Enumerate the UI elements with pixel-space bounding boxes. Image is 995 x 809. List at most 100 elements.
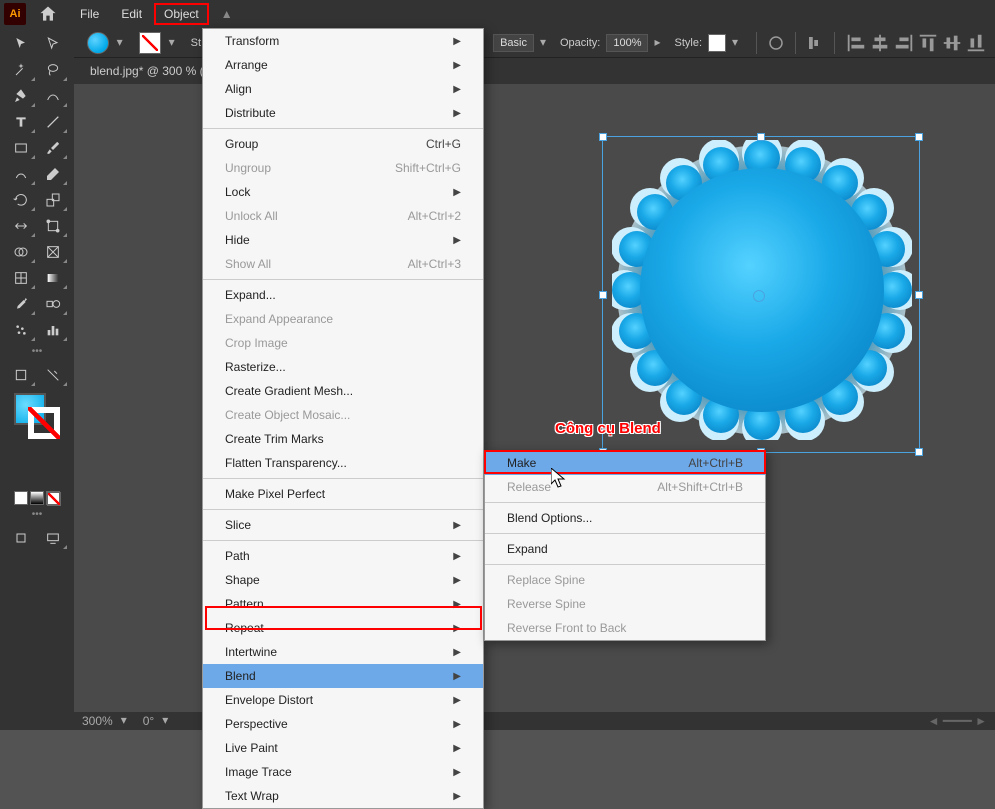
opacity-label: Opacity: [560, 37, 600, 49]
toolbar-more-icon[interactable]: ••• [2, 509, 72, 520]
menu-item-create-object-mosaic-: Create Object Mosaic... [203, 403, 483, 427]
menu-item-path[interactable]: Path▶ [203, 544, 483, 568]
type-tool[interactable] [6, 110, 36, 134]
menu-item-lock[interactable]: Lock▶ [203, 180, 483, 204]
menu-item-create-gradient-mesh-[interactable]: Create Gradient Mesh... [203, 379, 483, 403]
symbol-sprayer-tool[interactable] [6, 318, 36, 342]
submenu-item-release: ReleaseAlt+Shift+Ctrl+B [485, 475, 765, 499]
menu-item-perspective[interactable]: Perspective▶ [203, 712, 483, 736]
width-tool[interactable] [6, 214, 36, 238]
menu-item-align[interactable]: Align▶ [203, 77, 483, 101]
artboard-tool[interactable] [6, 363, 36, 387]
align-center-h-icon[interactable] [869, 32, 891, 54]
magic-wand-tool[interactable] [6, 58, 36, 82]
slice-tool[interactable] [38, 363, 68, 387]
submenu-item-blend-options-[interactable]: Blend Options... [485, 506, 765, 530]
menu-item-hide[interactable]: Hide▶ [203, 228, 483, 252]
selection-tool[interactable] [6, 32, 36, 56]
gradient-tool[interactable] [38, 266, 68, 290]
rectangle-tool[interactable] [6, 136, 36, 160]
menu-item-distribute[interactable]: Distribute▶ [203, 101, 483, 125]
fill-swatch[interactable] [87, 32, 109, 54]
menu-item-create-trim-marks[interactable]: Create Trim Marks [203, 427, 483, 451]
submenu-item-reverse-front-to-back: Reverse Front to Back [485, 616, 765, 640]
draw-normal-icon[interactable] [6, 526, 36, 550]
stroke-swatch[interactable] [139, 32, 161, 54]
menu-item-ungroup: UngroupShift+Ctrl+G [203, 156, 483, 180]
menu-item-rasterize-[interactable]: Rasterize... [203, 355, 483, 379]
menu-item-group[interactable]: GroupCtrl+G [203, 132, 483, 156]
style-swatch[interactable] [708, 34, 726, 52]
edit-toolbar-icon[interactable]: ••• [2, 346, 72, 357]
align-top-icon[interactable] [917, 32, 939, 54]
opacity-value[interactable]: 100% [606, 34, 648, 52]
submenu-item-replace-spine: Replace Spine [485, 568, 765, 592]
menu-item-show-all: Show AllAlt+Ctrl+3 [203, 252, 483, 276]
menu-item-repeat[interactable]: Repeat▶ [203, 616, 483, 640]
style-label: Style: [674, 37, 702, 49]
rotate-value[interactable]: 0° [143, 714, 154, 728]
fill-stroke-picker[interactable] [14, 393, 60, 439]
recolor-icon[interactable] [767, 34, 785, 52]
gradient-mode-icon[interactable] [30, 491, 44, 505]
stroke-color[interactable] [28, 407, 60, 439]
menu-item-transform[interactable]: Transform▶ [203, 29, 483, 53]
scale-tool[interactable] [38, 188, 68, 212]
brush-basic[interactable]: Basic [493, 34, 534, 52]
direct-selection-tool[interactable] [38, 32, 68, 56]
menu-item-live-paint[interactable]: Live Paint▶ [203, 736, 483, 760]
menu-bar: Ai File Edit Object ▲ [0, 0, 995, 28]
object-menu-dropdown: Transform▶Arrange▶Align▶Distribute▶ Group… [202, 28, 484, 809]
menu-item-expand-[interactable]: Expand... [203, 283, 483, 307]
menu-file[interactable]: File [70, 3, 109, 25]
submenu-item-make[interactable]: MakeAlt+Ctrl+B [485, 451, 765, 475]
screen-mode-icon[interactable] [38, 526, 68, 550]
eyedropper-tool[interactable] [6, 292, 36, 316]
chevron-right-icon[interactable]: ▸ [654, 35, 668, 51]
none-mode-icon[interactable] [46, 491, 60, 505]
line-tool[interactable] [38, 110, 68, 134]
eraser-tool[interactable] [38, 162, 68, 186]
blend-tool[interactable] [38, 292, 68, 316]
rotate-tool[interactable] [6, 188, 36, 212]
document-tab[interactable]: blend.jpg* @ 300 % (C [80, 60, 222, 82]
menu-edit[interactable]: Edit [111, 3, 152, 25]
menu-item-blend[interactable]: Blend▶ [203, 664, 483, 688]
shaper-tool[interactable] [6, 162, 36, 186]
menu-item-shape[interactable]: Shape▶ [203, 568, 483, 592]
center-point-icon [753, 290, 765, 302]
lasso-tool[interactable] [38, 58, 68, 82]
menu-item-slice[interactable]: Slice▶ [203, 513, 483, 537]
document-tabs: blend.jpg* @ 300 % (C [0, 58, 995, 84]
blend-submenu: MakeAlt+Ctrl+BReleaseAlt+Shift+Ctrl+B Ble… [484, 450, 766, 641]
menu-item-flatten-transparency-[interactable]: Flatten Transparency... [203, 451, 483, 475]
menu-item-crop-image: Crop Image [203, 331, 483, 355]
column-graph-tool[interactable] [38, 318, 68, 342]
shape-builder-tool[interactable] [6, 240, 36, 264]
menu-object[interactable]: Object [154, 3, 209, 25]
menu-item-intertwine[interactable]: Intertwine▶ [203, 640, 483, 664]
align-left-icon[interactable] [845, 32, 867, 54]
menu-item-image-trace[interactable]: Image Trace▶ [203, 760, 483, 784]
align-bottom-icon[interactable] [965, 32, 987, 54]
pen-tool[interactable] [6, 84, 36, 108]
menu-item-unlock-all: Unlock AllAlt+Ctrl+2 [203, 204, 483, 228]
curvature-tool[interactable] [38, 84, 68, 108]
menu-item-make-pixel-perfect[interactable]: Make Pixel Perfect [203, 482, 483, 506]
menu-item-text-wrap[interactable]: Text Wrap▶ [203, 784, 483, 808]
perspective-grid-tool[interactable] [38, 240, 68, 264]
paintbrush-tool[interactable] [38, 136, 68, 160]
zoom-level[interactable]: 300% [82, 714, 113, 728]
align-panel-icon[interactable] [806, 34, 824, 52]
menu-item-arrange[interactable]: Arrange▶ [203, 53, 483, 77]
menu-item-envelope-distort[interactable]: Envelope Distort▶ [203, 688, 483, 712]
color-mode-icon[interactable] [14, 491, 28, 505]
mesh-tool[interactable] [6, 266, 36, 290]
submenu-item-expand[interactable]: Expand [485, 537, 765, 561]
menu-item-pattern[interactable]: Pattern▶ [203, 592, 483, 616]
free-transform-tool[interactable] [38, 214, 68, 238]
align-center-v-icon[interactable] [941, 32, 963, 54]
align-right-icon[interactable] [893, 32, 915, 54]
control-bar: Path ▾ ▾ St Basic▾ Opacity: 100% ▸ Style… [0, 28, 995, 58]
home-icon[interactable] [38, 4, 58, 24]
